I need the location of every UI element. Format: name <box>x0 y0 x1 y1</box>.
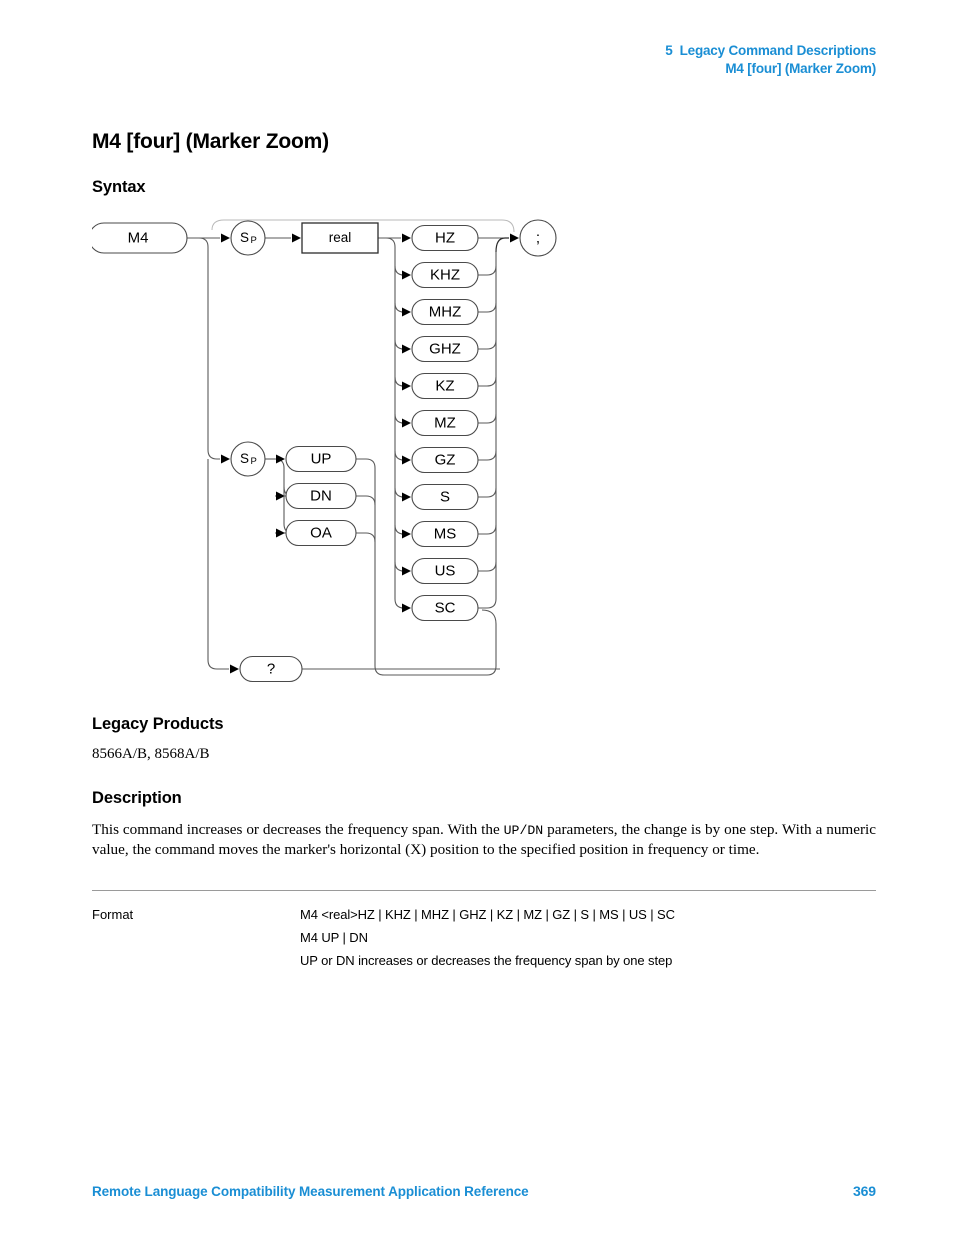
connector-line <box>495 237 509 253</box>
node-keyword-dn: DN <box>285 482 357 510</box>
svg-text:S: S <box>240 451 249 466</box>
arrow-marker <box>402 418 411 428</box>
arrow-marker <box>402 492 411 502</box>
connector-line <box>478 561 497 572</box>
node-space-1: SP <box>230 220 266 256</box>
connector-line <box>356 458 376 469</box>
node-keyword-oa: OA <box>285 519 357 547</box>
syntax-heading: Syntax <box>92 178 146 196</box>
svg-text:GHZ: GHZ <box>429 340 461 357</box>
node-query: ? <box>239 655 303 683</box>
svg-text:KZ: KZ <box>435 377 454 394</box>
footer-title: Remote Language Compatibility Measuremen… <box>92 1184 529 1199</box>
node-space-2: SP <box>230 441 266 477</box>
node-unit-ghz: GHZ <box>411 335 479 363</box>
connector-line <box>207 459 229 670</box>
svg-text:MHZ: MHZ <box>429 303 462 320</box>
arrow-marker <box>402 566 411 576</box>
description-mono-token: UP/DN <box>503 822 544 838</box>
format-value-line: UP or DN increases or decreases the freq… <box>300 952 673 968</box>
connector-line <box>478 598 497 609</box>
format-value-line: M4 <real>HZ | KHZ | MHZ | GHZ | KZ | MZ … <box>300 906 675 922</box>
format-values: M4 <real>HZ | KHZ | MHZ | GHZ | KZ | MZ … <box>300 903 876 972</box>
page-title: M4 [four] (Marker Zoom) <box>92 130 329 153</box>
format-label: Format <box>92 906 134 922</box>
svg-text:;: ; <box>536 229 540 246</box>
connector-line <box>207 247 220 460</box>
arrow-marker <box>276 528 285 538</box>
arrow-marker <box>402 381 411 391</box>
connector-line <box>478 487 497 498</box>
svg-text:?: ? <box>267 660 275 677</box>
node-unit-mhz: MHZ <box>411 298 479 326</box>
description-heading: Description <box>92 788 182 807</box>
arrow-marker <box>402 307 411 317</box>
node-unit-mz: MZ <box>411 409 479 437</box>
arrow-marker <box>276 454 285 464</box>
svg-text:US: US <box>435 562 456 579</box>
connector-line <box>478 376 497 387</box>
arrow-marker <box>221 454 230 464</box>
node-unit-s: S <box>411 483 479 511</box>
svg-text:SC: SC <box>435 599 456 616</box>
format-row: Format M4 <real>HZ | KHZ | MHZ | GHZ | K… <box>92 903 876 972</box>
svg-text:OA: OA <box>310 524 332 541</box>
legacy-products-value: 8566A/B, 8568A/B <box>92 746 210 762</box>
arrow-marker <box>402 529 411 539</box>
connector-line <box>478 339 497 350</box>
svg-text:S: S <box>240 230 249 245</box>
arrow-marker <box>292 233 301 243</box>
svg-text:P: P <box>251 456 257 467</box>
node-keyword-up: UP <box>285 445 357 473</box>
node-unit-sc: SC <box>411 594 479 622</box>
svg-text:P: P <box>251 235 257 246</box>
connector-line <box>481 609 497 625</box>
connector-line <box>187 237 209 248</box>
svg-text:HZ: HZ <box>435 229 455 246</box>
arrow-marker <box>230 664 239 674</box>
syntax-railroad-diagram: M4 S Preal HZ KHZ MHZ GHZ KZ MZ GZ S MS US SC; S P UP DN O… <box>92 197 876 691</box>
format-value-line: M4 UP | DN <box>300 929 368 945</box>
arrow-marker <box>402 233 411 243</box>
node-unit-gz: GZ <box>411 446 479 474</box>
legacy-products-heading: Legacy Products <box>92 715 224 733</box>
arrow-marker <box>221 233 230 243</box>
node-unit-us: US <box>411 557 479 585</box>
svg-text:KHZ: KHZ <box>430 266 460 283</box>
node-real: real <box>301 222 379 254</box>
node-unit-kz: KZ <box>411 372 479 400</box>
svg-text:DN: DN <box>310 487 332 504</box>
node-command-m4: M4 <box>92 222 188 254</box>
svg-text:MZ: MZ <box>434 414 456 431</box>
svg-text:real: real <box>329 230 352 245</box>
node-unit-khz: KHZ <box>411 261 479 289</box>
arrow-marker <box>402 455 411 465</box>
node-unit-hz: HZ <box>411 224 479 252</box>
connector-line <box>478 413 497 424</box>
arrow-marker <box>402 344 411 354</box>
arrow-marker <box>510 233 519 243</box>
footer-page-number: 369 <box>852 1183 876 1199</box>
svg-text:UP: UP <box>311 450 332 467</box>
connector-line <box>378 237 396 248</box>
node-unit-ms: MS <box>411 520 479 548</box>
connector-line <box>478 524 497 535</box>
connector-line <box>356 495 376 506</box>
node-terminator-semicolon: ; <box>519 219 557 257</box>
description-paragraph: This command increases or decreases the … <box>92 808 876 860</box>
connector-line <box>478 302 497 313</box>
svg-text:S: S <box>440 488 450 505</box>
svg-text:GZ: GZ <box>435 451 456 468</box>
page-content: M4 [four] (Marker Zoom) Syntax M4 S Preal H… <box>92 0 876 972</box>
description-text-1: This command increases or decreases the … <box>92 820 504 838</box>
page-footer: Remote Language Compatibility Measuremen… <box>92 1183 876 1199</box>
connector-line <box>478 265 497 276</box>
arrow-marker <box>402 603 411 613</box>
connector-line <box>478 450 497 461</box>
connector-line <box>356 532 376 543</box>
arrow-marker <box>402 270 411 280</box>
format-table: Format M4 <real>HZ | KHZ | MHZ | GHZ | K… <box>92 889 876 972</box>
svg-text:M4: M4 <box>128 229 149 246</box>
svg-text:MS: MS <box>434 525 457 542</box>
